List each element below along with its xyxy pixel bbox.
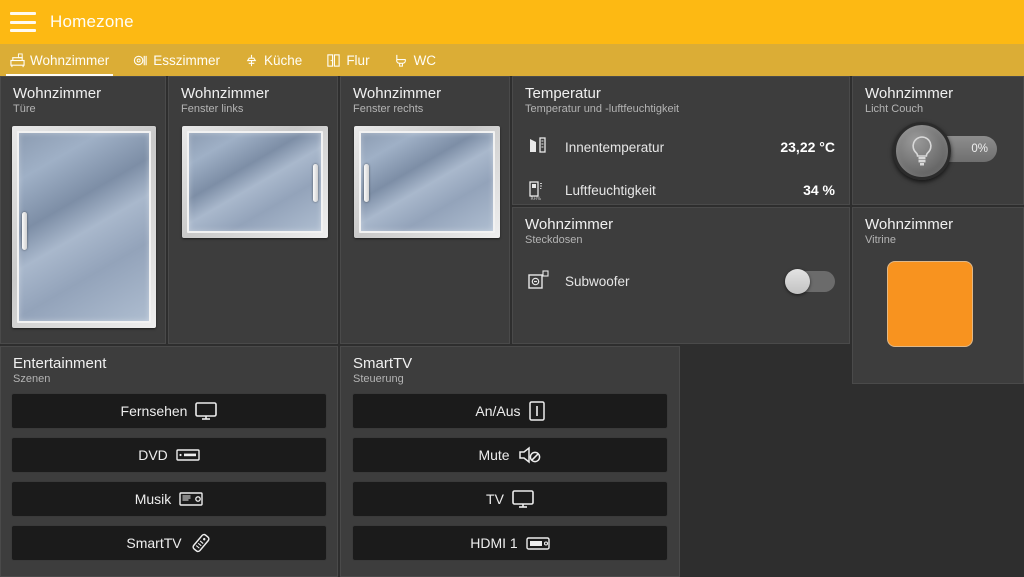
button-label: Mute xyxy=(478,447,510,463)
toggle-knob xyxy=(785,268,810,294)
remote-control-icon xyxy=(192,533,210,553)
panel-subtitle: Steckdosen xyxy=(525,234,583,246)
hamburger-menu-icon[interactable] xyxy=(10,12,36,32)
dvd-player-icon xyxy=(176,449,200,461)
dining-table-icon xyxy=(134,55,147,65)
sofa-icon xyxy=(10,52,25,67)
door-hall-icon xyxy=(327,53,340,67)
page-title: Homezone xyxy=(50,12,134,31)
panel-temperature: Temperatur Temperatur und -luftfeuchtigk… xyxy=(512,76,850,205)
panel-light-couch: Wohnzimmer Licht Couch 0% xyxy=(852,76,1024,205)
dashboard-board: Wohnzimmer Türe Wohnzimmer Fenster links… xyxy=(0,76,1024,577)
panel-title: Wohnzimmer xyxy=(865,216,954,233)
button-label: SmartTV xyxy=(126,535,182,551)
tab-label: Flur xyxy=(346,52,370,68)
panel-title: Entertainment xyxy=(13,355,107,372)
kitchen-icon xyxy=(246,54,257,66)
panel-subtitle: Türe xyxy=(13,103,36,115)
button-label: An/Aus xyxy=(475,403,521,419)
door-handle-icon xyxy=(22,212,27,250)
lightbulb-icon xyxy=(912,136,932,166)
table-row[interactable]: Innentemperatur 23,22 °C xyxy=(527,130,835,164)
scene-button-smarttv[interactable]: SmartTV xyxy=(11,525,327,561)
scene-button-dvd[interactable]: DVD xyxy=(11,437,327,473)
panel-entertainment: Entertainment Szenen Fernsehen DVD Musik xyxy=(0,346,338,577)
speaker-mute-icon xyxy=(518,446,540,464)
power-switch-icon xyxy=(528,401,545,421)
button-label: HDMI 1 xyxy=(470,535,518,551)
panel-subtitle: Steuerung xyxy=(353,373,404,385)
panel-title: Wohnzimmer xyxy=(181,85,270,102)
homezone-app: Homezone Wohnzimmer Esszimmer Küche Flur… xyxy=(0,0,1024,577)
room-tabbar: Wohnzimmer Esszimmer Küche Flur WC xyxy=(0,44,1024,76)
button-label: Fernsehen xyxy=(120,403,188,419)
receiver-icon xyxy=(179,492,203,506)
window-handle-icon xyxy=(364,164,369,202)
tab-esszimmer[interactable]: Esszimmer xyxy=(129,44,224,76)
panel-title: Wohnzimmer xyxy=(13,85,102,102)
panel-title: Wohnzimmer xyxy=(353,85,442,102)
panel-subtitle: Fenster rechts xyxy=(353,103,424,115)
button-label: TV xyxy=(486,491,504,507)
button-label: DVD xyxy=(138,447,168,463)
row-label: Luftfeuchtigkeit xyxy=(565,182,656,198)
door-graphic[interactable] xyxy=(12,126,156,328)
scene-button-musik[interactable]: Musik xyxy=(11,481,327,517)
panel-subtitle: Szenen xyxy=(13,373,51,385)
tab-wohnzimmer[interactable]: Wohnzimmer xyxy=(6,44,114,76)
tv-icon xyxy=(195,402,218,420)
tab-label: Wohnzimmer xyxy=(30,52,110,68)
control-button-mute[interactable]: Mute xyxy=(352,437,668,473)
panel-window-right: Wohnzimmer Fenster rechts xyxy=(340,76,510,344)
row-label: Subwoofer xyxy=(565,273,630,289)
power-socket-icon xyxy=(528,270,549,289)
window-right-graphic[interactable] xyxy=(354,126,500,238)
panel-title: Temperatur xyxy=(525,85,601,102)
hdmi-icon xyxy=(526,536,550,550)
app-header: Homezone xyxy=(0,0,1024,44)
dimmer-control[interactable]: 0% xyxy=(893,122,1003,182)
panel-subtitle: Fenster links xyxy=(181,103,244,115)
tab-flur[interactable]: Flur xyxy=(322,44,373,76)
tab-label: Küche xyxy=(264,52,303,68)
control-button-an-aus[interactable]: An/Aus xyxy=(352,393,668,429)
panel-vitrine: Wohnzimmer Vitrine xyxy=(852,207,1024,384)
window-handle-icon xyxy=(313,164,318,202)
table-row[interactable]: Subwoofer xyxy=(527,264,835,298)
row-value: 34 % xyxy=(803,182,835,198)
row-value: 23,22 °C xyxy=(780,139,835,155)
panel-subtitle: Temperatur und -luftfeuchtigkeit xyxy=(525,103,680,115)
dimmer-knob[interactable] xyxy=(893,122,951,180)
panel-door: Wohnzimmer Türe xyxy=(0,76,166,344)
control-button-tv[interactable]: TV xyxy=(352,481,668,517)
window-left-graphic[interactable] xyxy=(182,126,328,238)
button-label: Musik xyxy=(134,491,172,507)
tab-wc[interactable]: WC xyxy=(390,44,441,76)
panel-sockets: Wohnzimmer Steckdosen Subwoofer xyxy=(512,207,850,344)
thermometer-icon xyxy=(530,137,546,153)
vitrine-color-swatch[interactable] xyxy=(887,261,973,347)
panel-title: Wohnzimmer xyxy=(525,216,614,233)
tab-kueche[interactable]: Küche xyxy=(240,44,306,76)
tab-label: Esszimmer xyxy=(153,52,221,68)
scene-button-fernsehen[interactable]: Fernsehen xyxy=(11,393,327,429)
toilet-icon xyxy=(395,54,406,67)
panel-subtitle: Vitrine xyxy=(865,234,896,246)
humidity-sensor-icon: RH% xyxy=(529,181,542,202)
tab-label: WC xyxy=(413,52,437,68)
dimmer-value: 0% xyxy=(971,143,988,155)
panel-title: Wohnzimmer xyxy=(865,85,954,102)
tv-icon xyxy=(512,490,534,508)
svg-text:RH%: RH% xyxy=(531,196,542,202)
panel-window-left: Wohnzimmer Fenster links xyxy=(168,76,338,344)
control-button-hdmi1[interactable]: HDMI 1 xyxy=(352,525,668,561)
table-row[interactable]: RH% Luftfeuchtigkeit 34 % xyxy=(527,173,835,207)
row-label: Innentemperatur xyxy=(565,139,665,155)
panel-title: SmartTV xyxy=(353,355,413,372)
panel-subtitle: Licht Couch xyxy=(865,103,924,115)
panel-smarttv: SmartTV Steuerung An/Aus Mute TV HDMI 1 xyxy=(340,346,680,577)
subwoofer-toggle[interactable] xyxy=(785,268,835,294)
